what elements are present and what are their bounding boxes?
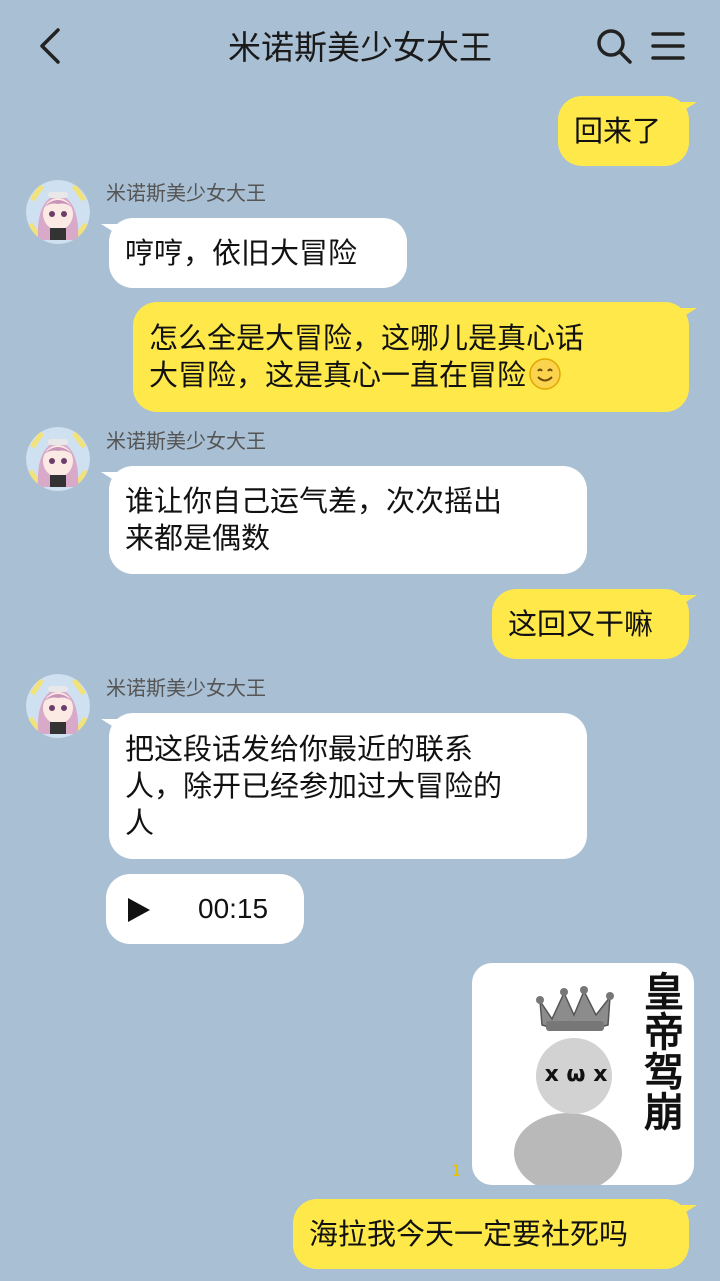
menu-icon bbox=[651, 32, 685, 60]
sender-name: 米诺斯美少女大王 bbox=[106, 676, 266, 700]
message-text-wrap: 怎么全是大冒险，这哪儿是真心话 大冒险，这是真心一直在冒险 bbox=[149, 320, 584, 394]
message-text: 怎么全是大冒险，这哪儿是真心话 大冒险，这是真心一直在冒险 bbox=[149, 321, 585, 392]
voice-message[interactable]: 00:15 bbox=[106, 874, 304, 944]
search-icon bbox=[597, 29, 632, 64]
avatar-image bbox=[26, 180, 90, 244]
sender-name: 米诺斯美少女大王 bbox=[106, 181, 266, 205]
my-message-bubble[interactable]: 这回又干嘛 bbox=[492, 589, 697, 659]
avatar-image bbox=[26, 427, 90, 491]
my-message-bubble[interactable]: 海拉我今天一定要社死吗 bbox=[293, 1199, 697, 1269]
play-icon[interactable] bbox=[124, 896, 152, 924]
message-text: 这回又干嘛 bbox=[508, 606, 654, 641]
chat-header: 米诺斯美少女大王 bbox=[0, 0, 720, 96]
avatar[interactable] bbox=[26, 427, 90, 491]
message-text: 哼哼，依旧大冒险 bbox=[125, 235, 358, 270]
sticker-face: x ω x bbox=[544, 1062, 608, 1087]
my-message-bubble[interactable]: 怎么全是大冒险，这哪儿是真心话 大冒险，这是真心一直在冒险 bbox=[133, 302, 697, 412]
read-count: 1 bbox=[451, 1161, 462, 1180]
other-message-bubble[interactable]: 哼哼，依旧大冒险 bbox=[101, 218, 407, 288]
message-text: 海拉我今天一定要社死吗 bbox=[309, 1216, 629, 1251]
smile-emoji-icon bbox=[529, 358, 561, 390]
avatar[interactable] bbox=[26, 674, 90, 738]
voice-duration: 00:15 bbox=[198, 893, 269, 924]
menu-button[interactable] bbox=[648, 26, 688, 66]
sticker-caption: 皇帝驾崩 bbox=[637, 971, 683, 1131]
other-message-bubble[interactable]: 把这段话发给你最近的联系 人，除开已经参加过大冒险的 人 bbox=[101, 713, 587, 859]
sticker-message[interactable]: x ω x 皇帝驾崩 bbox=[472, 963, 694, 1185]
my-message-bubble[interactable]: 回来了 bbox=[558, 96, 697, 166]
message-text: 谁让你自己运气差，次次摇出 来都是偶数 bbox=[125, 484, 503, 555]
message-text: 把这段话发给你最近的联系 人，除开已经参加过大冒险的 人 bbox=[125, 731, 503, 840]
other-message-bubble[interactable]: 谁让你自己运气差，次次摇出 来都是偶数 bbox=[101, 466, 587, 574]
message-text: 回来了 bbox=[574, 113, 662, 148]
avatar[interactable] bbox=[26, 180, 90, 244]
search-button[interactable] bbox=[594, 26, 634, 66]
sender-name: 米诺斯美少女大王 bbox=[106, 429, 266, 453]
avatar-image bbox=[26, 674, 90, 738]
